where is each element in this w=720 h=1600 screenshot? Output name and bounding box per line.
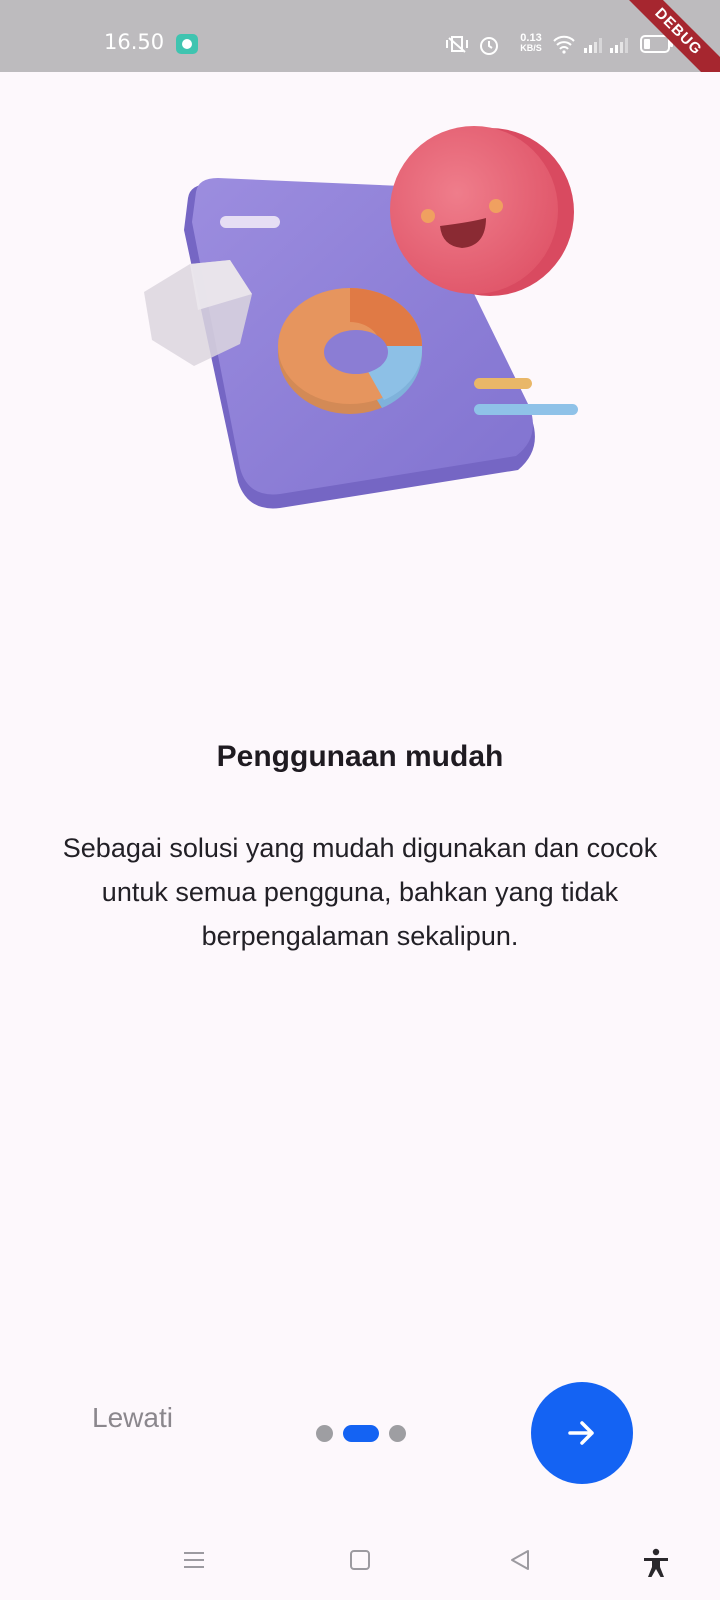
wifi-icon bbox=[553, 35, 575, 54]
navigation-bar bbox=[0, 1528, 720, 1600]
skip-button[interactable]: Lewati bbox=[92, 1402, 173, 1434]
status-bar: 16.50 0.13 KB/S DEBUG bbox=[0, 0, 720, 72]
network-speed-value: 0.13 bbox=[520, 32, 542, 44]
next-button[interactable] bbox=[531, 1382, 633, 1484]
back-icon[interactable] bbox=[508, 1548, 532, 1572]
status-time: 16.50 bbox=[104, 30, 165, 54]
page-indicator bbox=[316, 1424, 406, 1442]
page-dot bbox=[316, 1424, 333, 1442]
network-speed: 0.13 KB/S bbox=[516, 32, 546, 54]
signal-icon bbox=[610, 38, 628, 53]
accessibility-icon[interactable] bbox=[642, 1548, 670, 1578]
home-icon[interactable] bbox=[348, 1548, 372, 1572]
network-speed-unit: KB/S bbox=[520, 43, 542, 53]
page-dot bbox=[389, 1424, 406, 1442]
page-dot-active bbox=[343, 1424, 379, 1442]
app-notification-icon bbox=[176, 34, 198, 54]
signal-icon bbox=[584, 38, 602, 53]
menu-icon[interactable] bbox=[182, 1548, 206, 1572]
onboarding-title: Penggunaan mudah bbox=[216, 740, 504, 773]
dashboard-illustration bbox=[144, 126, 578, 509]
onboarding-description: Sebagai solusi yang mudah digunakan dan … bbox=[62, 833, 658, 951]
arrow-right-icon bbox=[568, 1421, 594, 1445]
vibrate-off-icon bbox=[446, 36, 468, 53]
alarm-icon bbox=[480, 37, 498, 55]
